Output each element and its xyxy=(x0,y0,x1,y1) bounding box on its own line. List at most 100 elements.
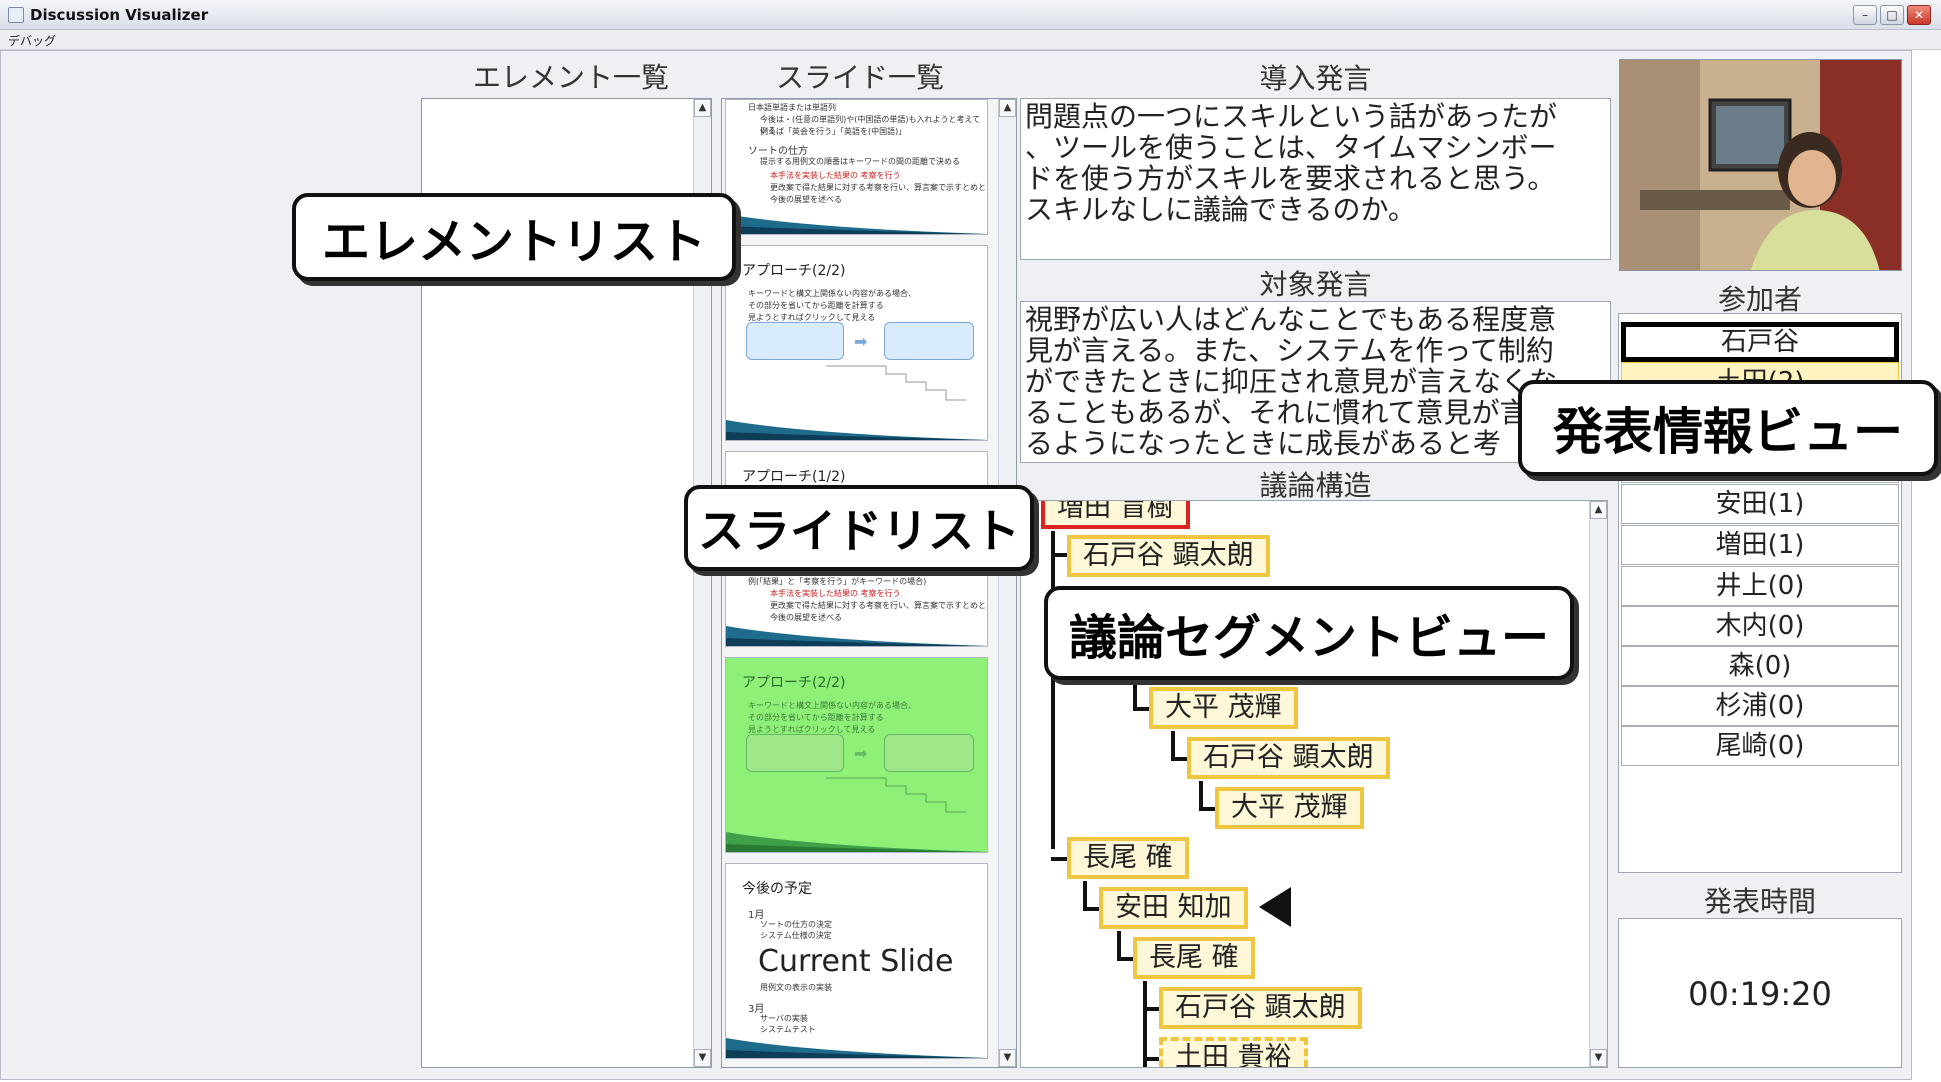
intro-speech-text: 問題点の一つにスキルという話があったが 、ツールを使うことは、タイムマシンボー … xyxy=(1020,98,1611,260)
participants-heading: 参加者 xyxy=(1717,283,1802,316)
tree-node[interactable]: 長尾 確 xyxy=(1133,937,1255,979)
slide-bullet: キーワードと構文上関係ない内容がある場合、 xyxy=(748,289,916,298)
current-slide-label: Current Slide xyxy=(758,944,954,979)
slide-title: アプローチ(2/2) xyxy=(742,675,846,691)
speech-line: ドを使う方がスキルを要求されると思う。 xyxy=(1025,162,1556,195)
slide-wave-decoration xyxy=(726,832,987,852)
slide-bullet: システム仕様の決定 xyxy=(760,931,832,940)
slide-bullet: ソートの仕方 xyxy=(748,146,808,157)
slide-wave-decoration xyxy=(726,420,987,440)
tree-connector xyxy=(1133,707,1149,711)
tree-connector xyxy=(1083,907,1099,911)
tree-node[interactable]: 石戸谷 顕太朗 xyxy=(1187,737,1390,779)
tree-node[interactable]: 石戸谷 顕太朗 xyxy=(1159,987,1362,1029)
slide-title: 今後の予定 xyxy=(742,881,812,897)
slide-diagram-box xyxy=(884,322,974,360)
slide-thumbnail[interactable]: アプローチ(2/2) キーワードと構文上関係ない内容がある場合、 その部分を省い… xyxy=(725,245,988,441)
presentation-time-display: 00:19:20 xyxy=(1618,918,1902,1068)
tree-connector xyxy=(1171,757,1187,761)
tree-node[interactable]: 大平 茂輝 xyxy=(1149,687,1298,729)
slide-wave-decoration xyxy=(726,1038,987,1058)
window-controls: – □ ✕ xyxy=(1853,5,1931,25)
slide-cascade-diagram xyxy=(826,777,966,813)
title-bar: Discussion Visualizer – □ ✕ xyxy=(0,0,1941,30)
slide-bullet: 本手法を実装した結果の 考察を行う xyxy=(770,589,901,598)
tree-connector xyxy=(1051,553,1067,557)
scroll-up-icon[interactable]: ▲ xyxy=(694,99,711,117)
participant-item[interactable]: 尾崎(0) xyxy=(1621,726,1899,766)
presentation-time-heading: 発表時間 xyxy=(1703,885,1816,918)
scroll-up-icon[interactable]: ▲ xyxy=(1590,501,1607,519)
slide-diagram-box xyxy=(746,734,844,772)
slide-bullet: キーワードと構文上関係ない内容がある場合、 xyxy=(748,701,916,710)
menu-item-debug[interactable]: デバッグ xyxy=(8,34,56,48)
presenter-video xyxy=(1619,59,1902,271)
segment-view-callout: 議論セグメントビュー xyxy=(1044,586,1574,680)
participant-item[interactable]: 石戸谷 xyxy=(1621,322,1899,362)
participant-item[interactable]: 増田(1) xyxy=(1621,525,1899,565)
slide-diagram-box xyxy=(746,322,844,360)
speech-line: 問題点の一つにスキルという話があったが xyxy=(1025,100,1558,133)
app-icon xyxy=(8,6,24,23)
slide-bullet: 用例文の表示の実装 xyxy=(760,983,832,992)
tree-node[interactable]: 長尾 確 xyxy=(1067,837,1189,879)
slide-wave-decoration xyxy=(726,626,987,646)
tree-connector xyxy=(1143,1057,1159,1061)
slide-bullet: 例(「結果」と「考察を行う」がキーワードの場合) xyxy=(748,577,927,586)
slide-bullet: その部分を省いてから距離を計算する xyxy=(748,713,884,722)
slide-bullet: 更改案で得た結果に対する考察を行い、算言案で示すとめと xyxy=(770,183,986,192)
tree-node[interactable]: 大平 茂輝 xyxy=(1215,787,1364,829)
slide-list-scrollbar[interactable]: ▲ ▼ xyxy=(998,99,1016,1067)
intro-speech-heading: 導入発言 xyxy=(1259,62,1372,95)
menu-bar: デバッグ xyxy=(0,30,1941,50)
speech-line: 視野が広い人はどんなことでもある程度意 xyxy=(1025,303,1557,336)
speech-line: 、ツールを使うことは、タイムマシンボー xyxy=(1025,131,1557,164)
pointer-triangle-icon xyxy=(1259,887,1291,927)
presenter-video-frame xyxy=(1620,60,1901,270)
slide-bullet: その部分を省いてから距離を計算する xyxy=(748,301,884,310)
tree-node[interactable]: 石戸谷 顕太朗 xyxy=(1067,535,1270,577)
participant-item[interactable]: 杉浦(0) xyxy=(1621,686,1899,726)
scroll-up-icon[interactable]: ▲ xyxy=(999,99,1016,117)
slide-bullet: 日本語単語または単語列 xyxy=(748,103,836,112)
tree-node[interactable]: 安田 知加 xyxy=(1099,887,1248,929)
tree-node[interactable]: 土田 貴裕 xyxy=(1159,1037,1308,1067)
element-list-callout: エレメントリスト xyxy=(292,193,736,281)
participant-item[interactable]: 井上(0) xyxy=(1621,566,1899,606)
slide-wave-decoration xyxy=(726,214,987,234)
tree-connector xyxy=(1051,857,1067,861)
slide-cascade-diagram xyxy=(826,365,966,401)
slide-bullet: 更改案で得た結果に対する考察を行い、算言案で示すとめと xyxy=(770,601,986,610)
slide-title: アプローチ(2/2) xyxy=(742,263,846,279)
slide-thumbnail[interactable]: 日本語単語または単語列 今後は・(任意の単語列)や(中国語の単語)も入れようと考… xyxy=(725,99,988,235)
participant-item[interactable]: 森(0) xyxy=(1621,646,1899,686)
tree-connector xyxy=(1143,1007,1159,1011)
scroll-down-icon[interactable]: ▼ xyxy=(999,1049,1016,1067)
scroll-down-icon[interactable]: ▼ xyxy=(694,1049,711,1067)
minimize-button[interactable]: – xyxy=(1853,5,1877,25)
window-title: Discussion Visualizer xyxy=(30,5,209,24)
slide-bullet: ソートの仕方の決定 xyxy=(760,920,832,929)
arrow-right-icon: ➡ xyxy=(854,332,868,351)
tree-node[interactable]: 増田 盲樹 xyxy=(1041,501,1190,529)
slide-list-callout: スライドリスト xyxy=(684,485,1034,571)
presentation-view-callout: 発表情報ビュー xyxy=(1518,380,1938,476)
speech-line: 見が言える。また、システムを作って制約 xyxy=(1025,334,1554,367)
slide-list-heading: スライド一覧 xyxy=(775,61,944,94)
scroll-down-icon[interactable]: ▼ xyxy=(1590,1049,1607,1067)
slide-title: アプローチ(1/2) xyxy=(742,469,846,485)
element-list-heading: エレメント一覧 xyxy=(472,61,669,94)
participant-item[interactable]: 安田(1) xyxy=(1621,484,1899,524)
current-slide-thumbnail[interactable]: アプローチ(2/2) キーワードと構文上関係ない内容がある場合、 その部分を省い… xyxy=(725,657,988,853)
maximize-button[interactable]: □ xyxy=(1880,5,1904,25)
speech-line: スキルなしに議論できるのか。 xyxy=(1025,193,1416,226)
arrow-right-icon: ➡ xyxy=(854,744,868,763)
tree-scrollbar[interactable]: ▲ ▼ xyxy=(1589,501,1607,1067)
tree-connector xyxy=(1051,531,1055,849)
slide-bullet: サーバの実装 xyxy=(760,1014,808,1023)
target-speech-heading: 対象発言 xyxy=(1259,268,1372,301)
participant-item[interactable]: 木内(0) xyxy=(1621,606,1899,646)
tree-connector xyxy=(1117,957,1133,961)
close-button[interactable]: ✕ xyxy=(1907,5,1931,25)
tree-connector xyxy=(1143,981,1147,1067)
